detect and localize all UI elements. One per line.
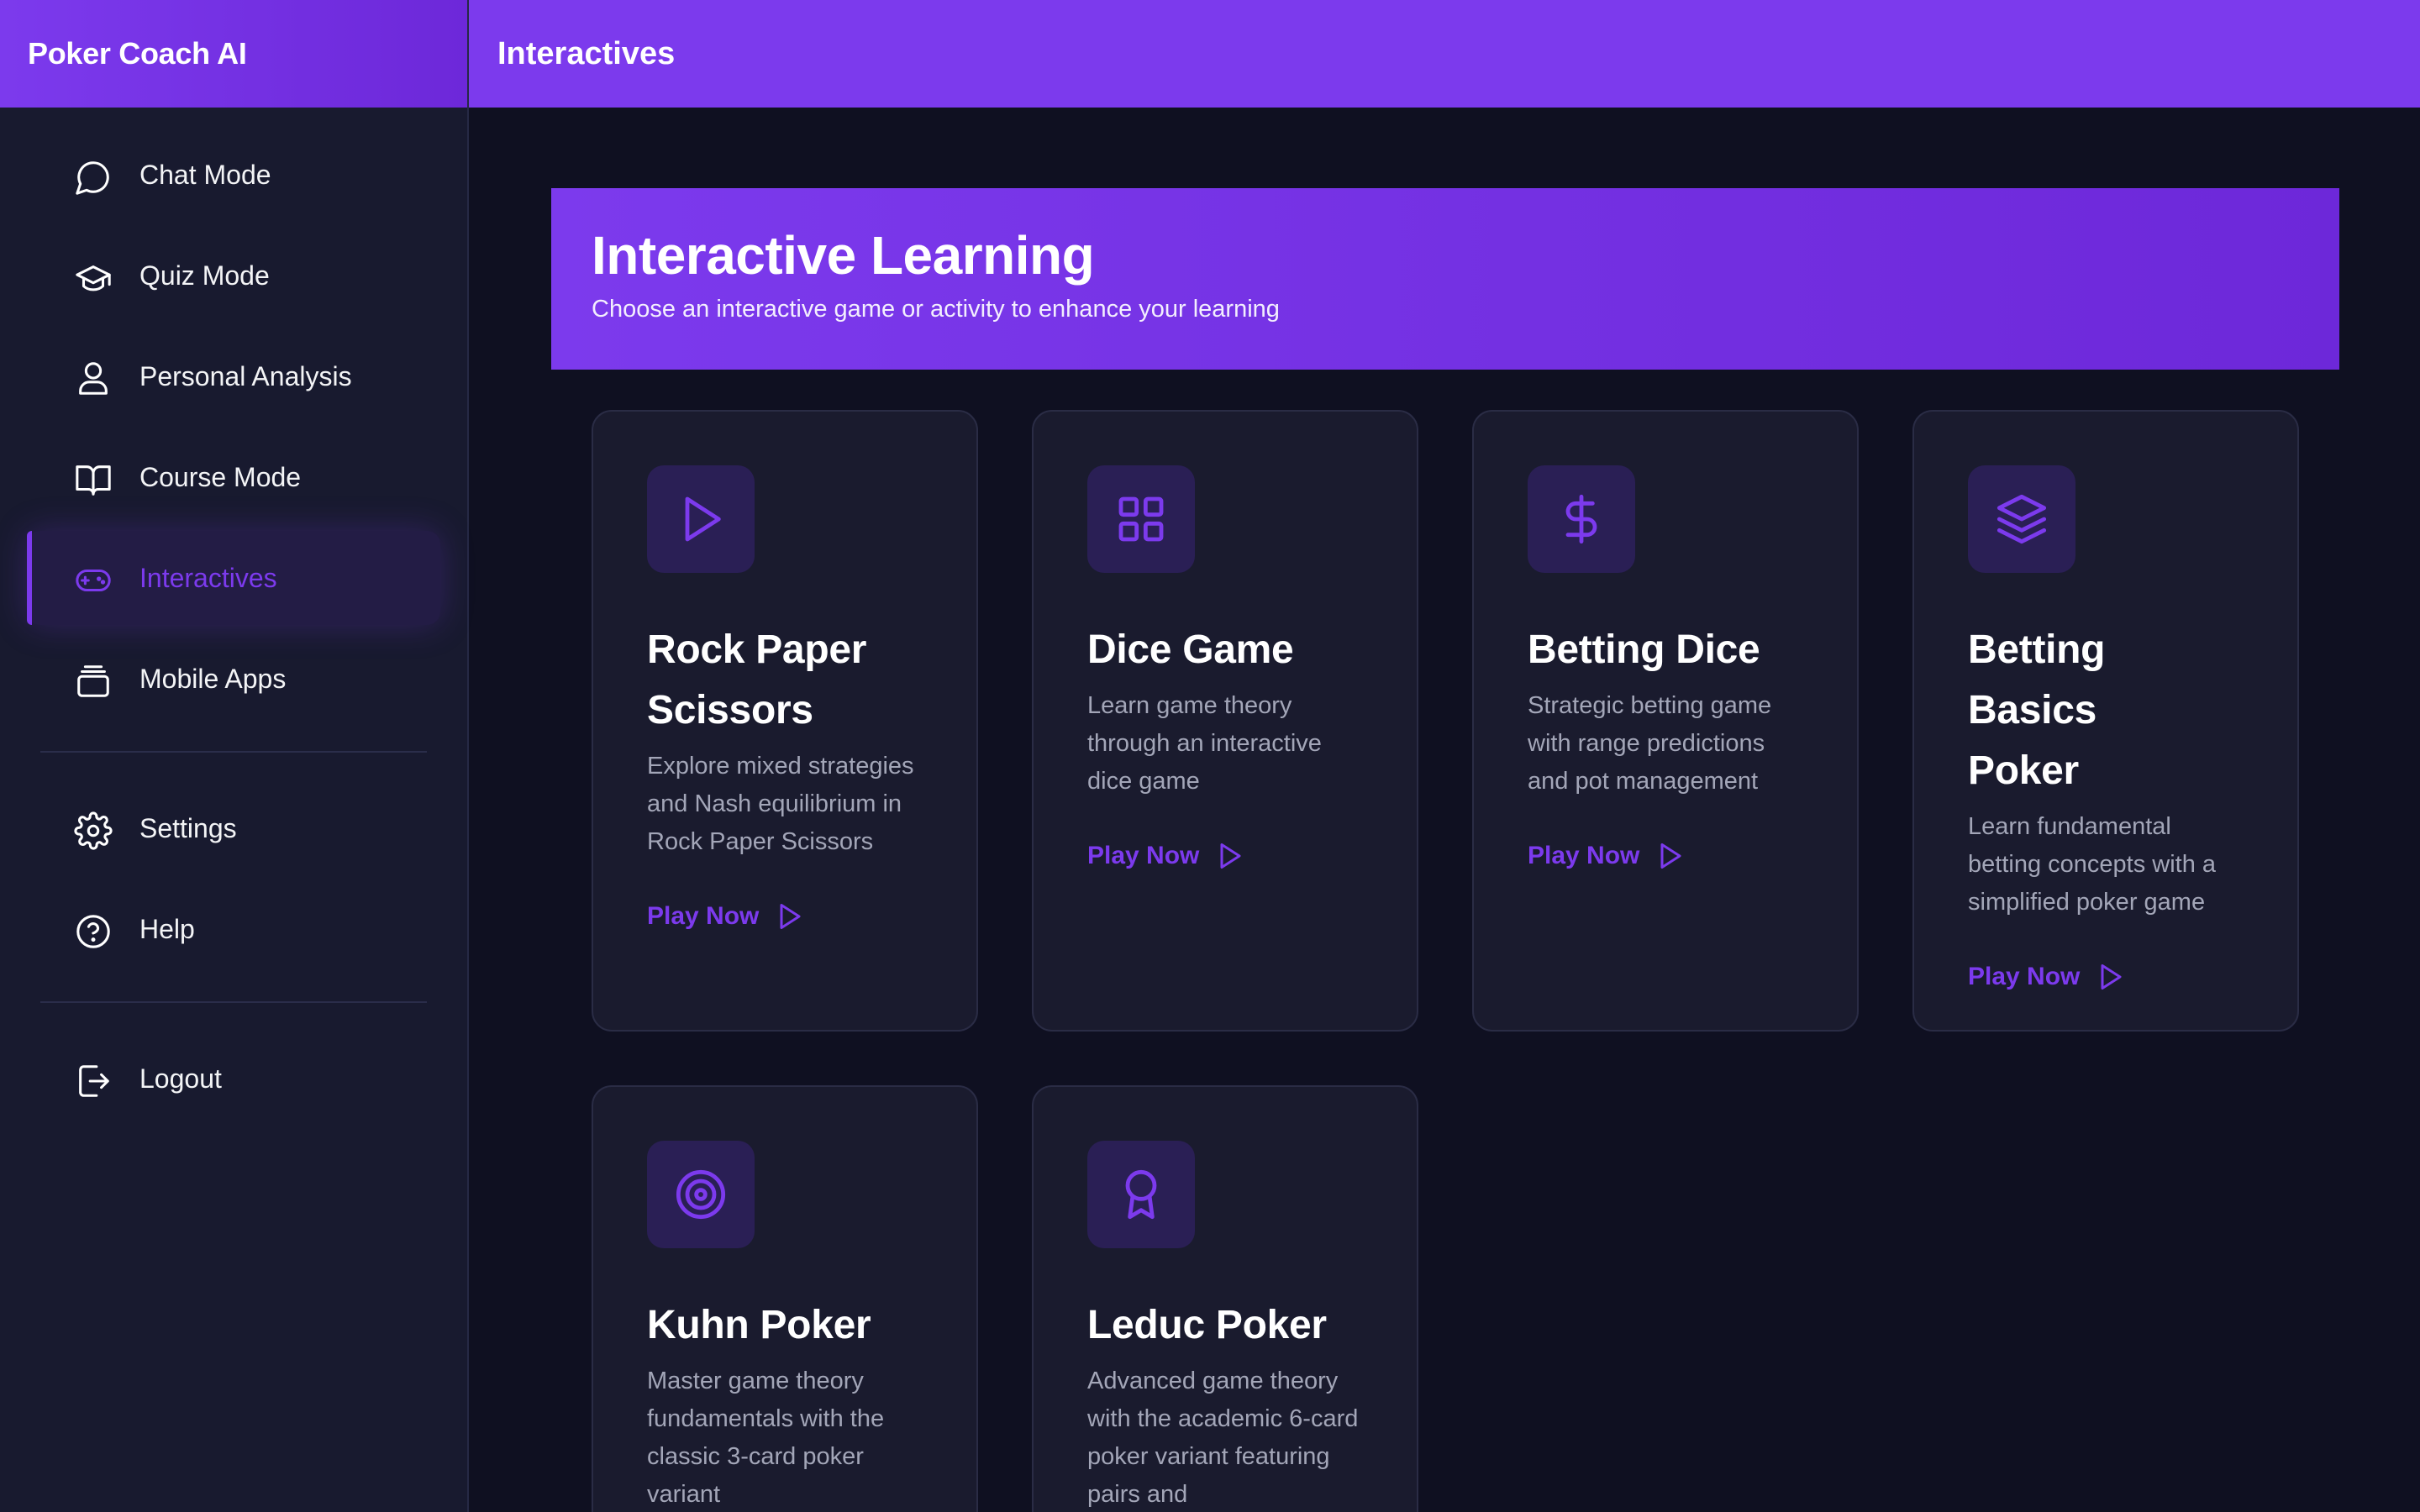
game-card-kuhn-poker[interactable]: Kuhn Poker Master game theory fundamenta… (592, 1085, 978, 1512)
sidebar: Poker Coach AI Chat Mode Quiz Mode Perso… (0, 0, 469, 1512)
card-description: Learn fundamental betting concepts with … (1968, 813, 2217, 916)
dollar-icon (1528, 465, 1635, 573)
sidebar-divider (40, 1001, 427, 1003)
game-card-betting-dice[interactable]: Betting Dice Strategic betting game with… (1472, 410, 1859, 1032)
gamepad-icon (74, 561, 113, 600)
graduation-cap-icon (74, 259, 113, 297)
card-title-line: Leduc Poker (1087, 1303, 1327, 1347)
sidebar-item-label: Help (139, 913, 195, 944)
award-icon (1087, 1141, 1195, 1248)
top-bar: Interactives (469, 0, 2420, 108)
game-card-betting-basics-poker[interactable]: Betting Basics Poker Learn fundamental be… (1912, 410, 2299, 1032)
play-now-button[interactable]: Play Now (1087, 841, 1363, 871)
chat-bubble-icon (74, 158, 113, 197)
sidebar-item-quiz-mode[interactable]: Quiz Mode (27, 228, 440, 323)
hero-banner: Interactive Learning Choose an interacti… (551, 188, 2339, 370)
grid-icon (1087, 465, 1195, 573)
play-now-label: Play Now (1968, 963, 2081, 990)
card-title: Betting Dice (1528, 620, 1803, 680)
game-card-rock-paper-scissors[interactable]: Rock Paper Scissors Explore mixed strateg… (592, 410, 978, 1032)
card-description: Master game theory fundamentals with the… (647, 1368, 885, 1508)
play-now-button[interactable]: Play Now (1968, 962, 2244, 992)
page-title: Interactives (497, 35, 676, 71)
sidebar-item-personal-analysis[interactable]: Personal Analysis (27, 329, 440, 423)
sidebar-divider (40, 751, 427, 753)
sidebar-item-label: Quiz Mode (139, 260, 270, 291)
sidebar-item-help[interactable]: Help (27, 882, 440, 976)
card-title: Dice Game (1087, 620, 1363, 680)
sidebar-item-logout[interactable]: Logout (27, 1032, 440, 1126)
help-circle-icon (74, 912, 113, 951)
sidebar-item-chat-mode[interactable]: Chat Mode (27, 128, 440, 222)
sidebar-item-course-mode[interactable]: Course Mode (27, 430, 440, 524)
main-content: Interactive Learning Choose an interacti… (469, 108, 2420, 1512)
sidebar-item-label: Chat Mode (139, 159, 271, 190)
target-icon (647, 1141, 755, 1248)
card-title-line: Betting Dice (1528, 627, 1760, 672)
play-now-label: Play Now (1528, 842, 1640, 869)
play-arrow-icon (780, 904, 801, 929)
hero-title: Interactive Learning (592, 225, 1095, 286)
card-description: Explore mixed strategies and Nash equili… (647, 753, 914, 855)
app-root: Poker Coach AI Chat Mode Quiz Mode Perso… (0, 0, 2420, 1512)
layers-icon (1968, 465, 2075, 573)
card-title-line: Kuhn Poker (647, 1303, 871, 1347)
sidebar-item-label: Mobile Apps (139, 663, 287, 694)
card-description: Advanced game theory with the academic 6… (1087, 1368, 1359, 1508)
card-title: Betting Basics Poker (1968, 620, 2244, 801)
play-arrow-icon (1660, 843, 1681, 869)
logout-icon (74, 1062, 113, 1100)
card-title-line: Rock Paper (647, 627, 867, 672)
game-card-leduc-poker[interactable]: Leduc Poker Advanced game theory with th… (1032, 1085, 1418, 1512)
card-title: Rock Paper Scissors (647, 620, 923, 741)
sidebar-item-mobile-apps[interactable]: Mobile Apps (27, 632, 440, 726)
play-arrow-icon (2101, 964, 2122, 990)
user-icon (74, 360, 113, 398)
card-title: Kuhn Poker (647, 1295, 923, 1356)
book-open-icon (74, 460, 113, 499)
game-card-dice-game[interactable]: Dice Game Learn game theory through an i… (1032, 410, 1418, 1032)
card-title-line: Scissors (647, 688, 813, 732)
sidebar-item-label: Interactives (139, 562, 277, 593)
sidebar-item-settings[interactable]: Settings (27, 781, 440, 875)
card-title-line: Poker (1968, 748, 2079, 793)
card-title-line: Betting Basics (1968, 627, 2106, 732)
gear-icon (74, 811, 113, 850)
sidebar-item-label: Settings (139, 812, 237, 843)
play-icon (647, 465, 755, 573)
card-title-line: Dice Game (1087, 627, 1294, 672)
card-description: Learn game theory through an interactive… (1087, 692, 1322, 795)
play-now-label: Play Now (1087, 842, 1200, 869)
sidebar-nav: Chat Mode Quiz Mode Personal Analysis Co… (0, 108, 467, 1126)
sidebar-item-interactives[interactable]: Interactives (27, 531, 440, 625)
hero-subtitle: Choose an interactive game or activity t… (592, 296, 1280, 323)
play-arrow-icon (1220, 843, 1241, 869)
play-now-label: Play Now (647, 902, 760, 930)
play-now-button[interactable]: Play Now (647, 901, 923, 932)
stacked-cards-icon (74, 662, 113, 701)
card-title: Leduc Poker (1087, 1295, 1363, 1356)
sidebar-item-label: Course Mode (139, 461, 302, 492)
card-description: Strategic betting game with range predic… (1528, 692, 1772, 795)
sidebar-item-label: Personal Analysis (139, 360, 352, 391)
sidebar-item-label: Logout (139, 1063, 222, 1094)
brand-title: Poker Coach AI (0, 0, 467, 108)
play-now-button[interactable]: Play Now (1528, 841, 1803, 871)
